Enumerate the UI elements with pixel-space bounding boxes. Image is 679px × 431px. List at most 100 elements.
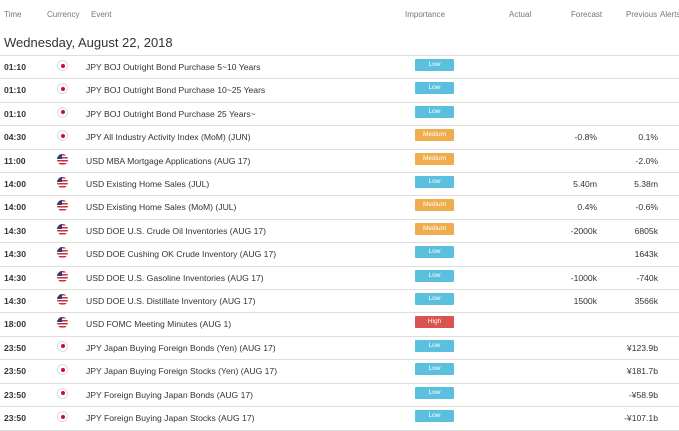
event-name[interactable]: USD FOMC Meeting Minutes (AUG 1) (86, 319, 231, 329)
event-time: 23:50 (4, 413, 26, 423)
us-flag-icon (57, 317, 68, 329)
japan-flag-icon (57, 411, 68, 422)
us-flag-icon (57, 153, 68, 165)
table-row[interactable]: 23:50 JPY Foreign Buying Japan Stocks (AU… (0, 406, 679, 431)
previous-value: 5.38m (634, 179, 658, 189)
table-row[interactable]: 23:50 JPY Japan Buying Foreign Bonds (Yen… (0, 335, 679, 360)
importance-badge: High (415, 316, 454, 329)
previous-value: -740k (636, 272, 659, 283)
event-time: 14:30 (4, 249, 26, 260)
event-name[interactable]: USD DOE U.S. Crude Oil Inventories (AUG … (86, 226, 266, 236)
event-time: 14:30 (4, 225, 26, 236)
importance-badge: Low (415, 269, 454, 282)
japan-flag-icon (57, 364, 68, 376)
table-row[interactable]: 23:50 JPY Foreign Buying Japan Bonds (AUG… (0, 382, 679, 407)
table-row[interactable]: 14:00 USD Existing Home Sales (JUL) Low 5.4… (0, 172, 679, 196)
importance-badge: Low (415, 246, 454, 259)
table-row[interactable]: 18:00 USD FOMC Meeting Minutes (AUG 1) Hig… (0, 312, 679, 336)
event-name[interactable]: USD DOE Cushing OK Crude Inventory (AUG … (86, 249, 276, 259)
event-name[interactable]: JPY BOJ Outright Bond Purchase 25 Years~ (86, 109, 256, 119)
header-actual[interactable]: Actual (509, 10, 531, 19)
forecast-value: -1000k (570, 272, 597, 283)
event-name[interactable]: JPY Japan Buying Foreign Stocks (Yen) (A… (86, 366, 277, 376)
event-time: 14:30 (4, 296, 26, 306)
table-row[interactable]: 01:10 JPY BOJ Outright Bond Purchase 5~10… (0, 55, 679, 79)
importance-badge: Medium (415, 222, 454, 235)
header-time[interactable]: Time (4, 10, 21, 19)
us-flag-icon (57, 270, 68, 282)
table-row[interactable]: 01:10 JPY BOJ Outright Bond Purchase 10~2… (0, 78, 679, 102)
forecast-value: 0.4% (577, 202, 597, 213)
forecast-value: -0.8% (574, 132, 597, 143)
table-row[interactable]: 14:30 USD DOE U.S. Gasoline Inventories (… (0, 265, 679, 290)
us-flag-icon (57, 223, 68, 235)
table-row[interactable]: 14:30 USD DOE U.S. Crude Oil Inventories … (0, 218, 679, 243)
previous-value: -2.0% (635, 155, 658, 166)
previous-value: 1643k (634, 249, 658, 260)
event-time: 14:30 (4, 272, 26, 283)
importance-badge: Low (415, 410, 454, 422)
table-row[interactable]: 14:30 USD DOE U.S. Distillate Inventory (… (0, 289, 679, 313)
previous-value: -¥107.1b (624, 413, 658, 423)
importance-badge: Low (415, 293, 454, 305)
event-time: 14:00 (4, 202, 26, 213)
event-name[interactable]: JPY Japan Buying Foreign Bonds (Yen) (AU… (86, 343, 276, 353)
importance-badge: Medium (415, 152, 454, 165)
table-row[interactable]: 11:00 USD MBA Mortgage Applications (AUG … (0, 148, 679, 173)
header-forecast[interactable]: Forecast (571, 10, 602, 19)
event-time: 01:10 (4, 62, 26, 72)
table-row[interactable]: 14:30 USD DOE Cushing OK Crude Inventory … (0, 242, 679, 266)
table-row[interactable]: 01:10 JPY BOJ Outright Bond Purchase 25 Y… (0, 101, 679, 126)
event-time: 23:50 (4, 366, 26, 377)
event-name[interactable]: JPY BOJ Outright Bond Purchase 10~25 Yea… (86, 85, 265, 95)
us-flag-icon (57, 200, 68, 212)
event-name[interactable]: USD Existing Home Sales (MoM) (JUL) (86, 202, 236, 212)
table-row[interactable]: 04:30 JPY All Industry Activity Index (Mo… (0, 125, 679, 149)
importance-badge: Low (415, 82, 454, 95)
table-row[interactable]: 14:00 USD Existing Home Sales (MoM) (JUL)… (0, 195, 679, 219)
forecast-value: 1500k (573, 296, 597, 306)
japan-flag-icon (57, 340, 68, 352)
header-importance[interactable]: Importance (405, 10, 445, 19)
importance-badge: Low (415, 339, 454, 352)
event-name[interactable]: USD MBA Mortgage Applications (AUG 17) (86, 156, 250, 166)
table-row[interactable]: 23:50 JPY Japan Buying Foreign Stocks (Ye… (0, 359, 679, 383)
event-time: 04:30 (4, 132, 26, 143)
importance-badge: Medium (415, 129, 454, 142)
header-alerts[interactable]: Alerts (660, 10, 679, 19)
event-name[interactable]: JPY Foreign Buying Japan Stocks (AUG 17) (86, 413, 254, 423)
event-name[interactable]: USD DOE U.S. Gasoline Inventories (AUG 1… (86, 273, 264, 283)
header-event[interactable]: Event (91, 10, 111, 19)
event-time: 01:10 (4, 108, 26, 119)
us-flag-icon (57, 247, 68, 259)
previous-value: -0.6% (635, 202, 658, 213)
event-name[interactable]: JPY All Industry Activity Index (MoM) (J… (86, 132, 251, 142)
importance-badge: Low (415, 105, 454, 118)
event-name[interactable]: JPY Foreign Buying Japan Bonds (AUG 17) (86, 390, 253, 400)
event-name[interactable]: USD DOE U.S. Distillate Inventory (AUG 1… (86, 296, 256, 306)
importance-badge: Low (415, 363, 454, 376)
previous-value: 0.1% (638, 132, 658, 143)
japan-flag-icon (57, 60, 68, 71)
importance-badge: Low (415, 386, 454, 399)
table-header: Time Currency Event Importance Actual Fo… (0, 0, 679, 26)
japan-flag-icon (57, 387, 68, 399)
us-flag-icon (57, 294, 68, 305)
importance-badge: Low (415, 59, 454, 71)
forecast-value: 5.40m (573, 179, 597, 189)
event-name[interactable]: JPY BOJ Outright Bond Purchase 5~10 Year… (86, 62, 260, 72)
us-flag-icon (57, 177, 68, 188)
event-time: 11:00 (4, 155, 26, 166)
event-time: 01:10 (4, 85, 26, 96)
previous-value: -¥58.9b (628, 389, 658, 400)
importance-badge: Low (415, 176, 454, 188)
event-time: 23:50 (4, 342, 26, 353)
date-heading: Wednesday, August 22, 2018 (4, 35, 173, 50)
previous-value: ¥181.7b (626, 366, 658, 377)
japan-flag-icon (57, 83, 68, 95)
header-currency[interactable]: Currency (47, 10, 79, 19)
previous-value: 6805k (634, 225, 658, 236)
header-previous[interactable]: Previous (626, 10, 657, 19)
event-name[interactable]: USD Existing Home Sales (JUL) (86, 179, 209, 189)
previous-value: ¥123.9b (626, 342, 658, 353)
